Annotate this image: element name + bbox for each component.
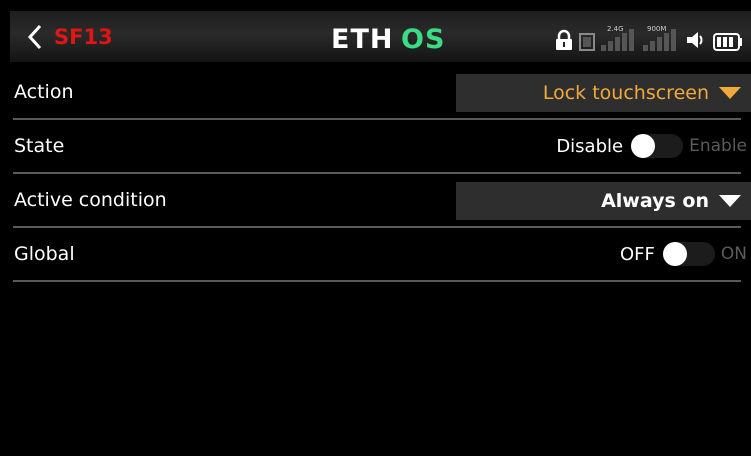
state-toggle-group: Disable Enable <box>556 120 747 172</box>
state-toggle[interactable] <box>631 134 684 158</box>
action-row: Action Lock touchscreen <box>13 66 751 120</box>
active-condition-dropdown[interactable]: Always on <box>456 182 751 220</box>
global-toggle[interactable] <box>662 242 715 266</box>
svg-text:ETH: ETH <box>331 24 393 53</box>
status-icons: 2.4G 900M <box>555 21 743 51</box>
state-label: State <box>14 135 65 157</box>
active-condition-row: Active condition Always on <box>13 174 751 228</box>
signal-24-indicator: 2.4G <box>601 25 637 51</box>
header-bar: SF13 ETH OS 2.4G 900M <box>10 11 751 62</box>
signal-900-label: 900M <box>647 25 667 33</box>
chevron-down-icon <box>719 195 741 207</box>
page-title: SF13 <box>54 24 113 49</box>
global-label: Global <box>14 243 75 265</box>
chevron-down-icon <box>719 87 741 99</box>
global-off-label: OFF <box>620 243 655 265</box>
toggle-knob <box>631 134 656 158</box>
svg-text:OS: OS <box>401 24 445 53</box>
speaker-icon <box>687 32 703 48</box>
global-toggle-group: OFF ON <box>620 228 747 280</box>
ethos-logo: ETH OS <box>331 24 445 53</box>
box-icon <box>579 33 595 51</box>
active-condition-value: Always on <box>601 190 709 212</box>
action-dropdown[interactable]: Lock touchscreen <box>456 74 751 112</box>
state-off-label: Disable <box>556 135 624 157</box>
action-label: Action <box>14 81 74 103</box>
action-value: Lock touchscreen <box>542 82 709 104</box>
battery-icon <box>713 33 742 51</box>
toggle-knob <box>662 242 687 266</box>
state-on-label: Enable <box>689 136 747 156</box>
back-button[interactable]: SF13 <box>20 11 130 62</box>
active-condition-label: Active condition <box>14 189 167 211</box>
lock-icon <box>556 29 572 50</box>
screen: SF13 ETH OS 2.4G 900M Action Lock touchs… <box>3 0 751 456</box>
signal-900-indicator: 900M <box>643 25 679 51</box>
global-row: Global OFF ON <box>13 228 747 282</box>
state-row: State Disable Enable <box>13 120 747 174</box>
chevron-left-icon <box>27 24 42 49</box>
signal-24-label: 2.4G <box>607 25 624 33</box>
global-on-label: ON <box>720 244 747 264</box>
